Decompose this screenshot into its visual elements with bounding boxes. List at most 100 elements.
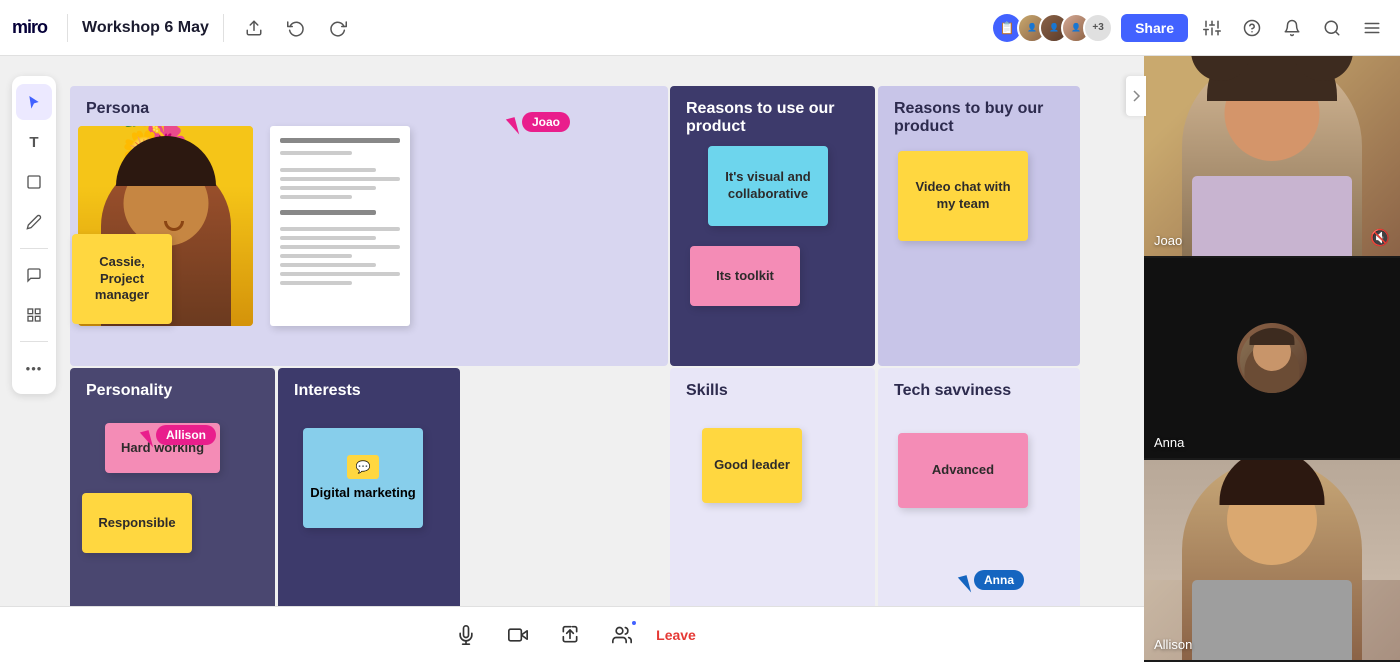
sticky-good-leader[interactable]: Good leader bbox=[702, 428, 802, 503]
topbar-right: 📋 👤 👤 👤 +3 Share bbox=[993, 12, 1388, 44]
left-sidebar: T ••• bbox=[12, 76, 56, 394]
participants-icon bbox=[612, 625, 632, 645]
doc-line bbox=[280, 236, 376, 240]
video-allison-feed bbox=[1144, 460, 1400, 660]
tech-title: Tech savviness bbox=[894, 382, 1064, 400]
sticky-cassie[interactable]: Cassie, Project manager bbox=[72, 234, 172, 324]
document-preview bbox=[270, 126, 410, 326]
sidebar-tool-comment[interactable] bbox=[16, 257, 52, 293]
video-panel: 🔇 Joao Anna Allison bbox=[1144, 56, 1400, 662]
miro-logo: miro bbox=[12, 17, 47, 38]
section-persona: Persona 🌸🌺🌼 bbox=[70, 86, 668, 366]
video-anna-feed bbox=[1144, 258, 1400, 458]
leave-button[interactable]: Leave bbox=[656, 627, 696, 643]
sticky-advanced[interactable]: Advanced bbox=[898, 433, 1028, 508]
menu-icon bbox=[1363, 19, 1381, 37]
board-settings-button[interactable] bbox=[1196, 12, 1228, 44]
collapse-icon bbox=[1131, 88, 1141, 104]
menu-button[interactable] bbox=[1356, 12, 1388, 44]
sidebar-divider bbox=[20, 248, 48, 249]
search-button[interactable] bbox=[1316, 12, 1348, 44]
board-frame: Persona 🌸🌺🌼 bbox=[70, 86, 1080, 606]
doc-line bbox=[280, 254, 352, 258]
doc-line bbox=[280, 168, 376, 172]
text-icon: T bbox=[29, 134, 38, 151]
camera-button[interactable] bbox=[500, 617, 536, 653]
sticky-video-chat[interactable]: Video chat with my team bbox=[898, 151, 1028, 241]
sidebar-tool-frame[interactable] bbox=[16, 297, 52, 333]
personality-title: Personality bbox=[86, 382, 259, 400]
upload-icon bbox=[245, 19, 263, 37]
notifications-button[interactable] bbox=[1276, 12, 1308, 44]
doc-line bbox=[280, 177, 400, 181]
doc-line bbox=[280, 227, 400, 231]
participants-button[interactable] bbox=[604, 617, 640, 653]
sidebar-tool-text[interactable]: T bbox=[16, 124, 52, 160]
redo-button[interactable] bbox=[322, 12, 354, 44]
video-name-allison: Allison bbox=[1154, 637, 1192, 652]
video-tile-allison: Allison bbox=[1144, 460, 1400, 662]
doc-line bbox=[280, 263, 376, 267]
bell-icon bbox=[1283, 19, 1301, 37]
interests-title: Interests bbox=[294, 382, 444, 400]
more-icon: ••• bbox=[26, 361, 43, 376]
cursor-label-joao: Joao bbox=[522, 112, 570, 132]
avatar-more: +3 bbox=[1083, 13, 1113, 43]
video-name-anna: Anna bbox=[1154, 435, 1184, 450]
doc-line bbox=[280, 195, 352, 199]
help-icon bbox=[1243, 19, 1261, 37]
undo-button[interactable] bbox=[280, 12, 312, 44]
cursor-allison: Allison bbox=[142, 431, 151, 449]
anna-avatar bbox=[1237, 323, 1307, 393]
help-button[interactable] bbox=[1236, 12, 1268, 44]
sticky-responsible[interactable]: Responsible bbox=[82, 493, 192, 553]
doc-line bbox=[280, 281, 352, 285]
video-joao-feed: 🔇 bbox=[1144, 56, 1400, 256]
sidebar-tool-pen[interactable] bbox=[16, 204, 52, 240]
video-tile-anna: Anna bbox=[1144, 258, 1400, 460]
doc-line bbox=[280, 138, 400, 143]
section-reasons-use: Reasons to use our product It's visual a… bbox=[670, 86, 875, 366]
video-name-joao: Joao bbox=[1154, 233, 1182, 248]
sidebar-divider-2 bbox=[20, 341, 48, 342]
sticky-visual[interactable]: It's visual and collaborative bbox=[708, 146, 828, 226]
sticky-digital-marketing[interactable]: 💬 Digital marketing bbox=[303, 428, 423, 528]
pen-icon bbox=[26, 214, 42, 230]
collapse-video-panel[interactable] bbox=[1126, 76, 1146, 116]
sidebar-tool-more[interactable]: ••• bbox=[16, 350, 52, 386]
select-icon bbox=[26, 94, 42, 110]
section-skills: Skills Good leader bbox=[670, 368, 875, 606]
camera-icon bbox=[508, 625, 528, 645]
reasons-buy-title: Reasons to buy our product bbox=[894, 100, 1064, 136]
cursor-anna: Anna bbox=[960, 576, 969, 594]
sidebar-tool-note[interactable] bbox=[16, 164, 52, 200]
cursor-label-allison: Allison bbox=[156, 425, 216, 445]
doc-line bbox=[280, 210, 376, 215]
section-personality: Personality Hard working Responsible bbox=[70, 368, 275, 606]
sidebar-tool-select[interactable] bbox=[16, 84, 52, 120]
doc-line bbox=[280, 245, 400, 249]
sticky-toolkit[interactable]: Its toolkit bbox=[690, 246, 800, 306]
skills-title: Skills bbox=[686, 382, 859, 400]
doc-line bbox=[280, 272, 400, 276]
doc-line bbox=[280, 151, 352, 155]
search-icon bbox=[1323, 19, 1341, 37]
leave-label: Leave bbox=[656, 627, 696, 643]
undo-icon bbox=[287, 19, 305, 37]
video-tile-joao: 🔇 Joao bbox=[1144, 56, 1400, 258]
bottom-bar: Leave bbox=[0, 606, 1144, 662]
comment-icon bbox=[26, 267, 42, 283]
cursor-joao: Joao bbox=[508, 118, 517, 136]
microphone-icon bbox=[456, 625, 476, 645]
canvas[interactable]: Persona 🌸🌺🌼 bbox=[0, 56, 1144, 606]
upload-button[interactable] bbox=[238, 12, 270, 44]
section-interests: Interests 💬 Digital marketing bbox=[278, 368, 460, 606]
doc-line bbox=[280, 186, 376, 190]
share-button[interactable]: Share bbox=[1121, 14, 1188, 42]
topbar: miro Workshop 6 May 📋 👤 👤 👤 +3 Share bbox=[0, 0, 1400, 56]
microphone-button[interactable] bbox=[448, 617, 484, 653]
sliders-icon bbox=[1203, 19, 1221, 37]
screen-share-button[interactable] bbox=[552, 617, 588, 653]
redo-icon bbox=[329, 19, 347, 37]
joao-mute-icon: 🔇 bbox=[1370, 228, 1390, 248]
